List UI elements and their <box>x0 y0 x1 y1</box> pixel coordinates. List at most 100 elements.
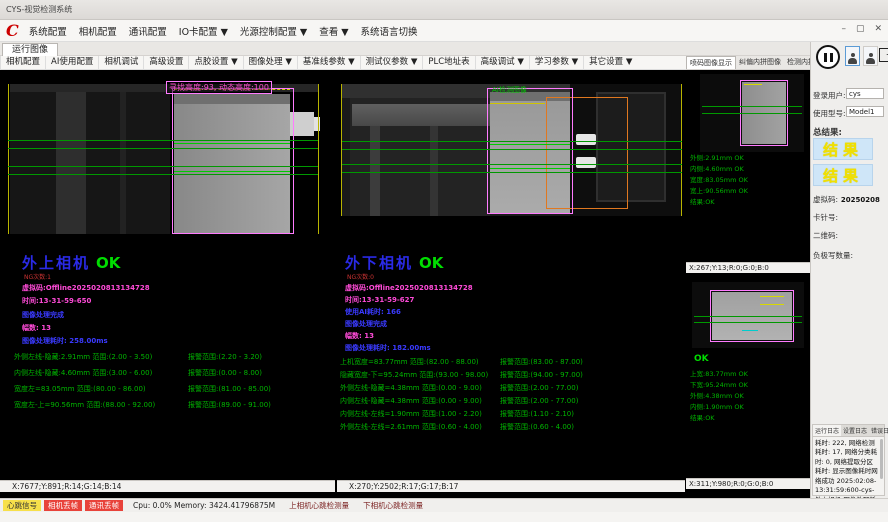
left-frame-count: 幅数: 13 <box>22 323 51 333</box>
pin-label: 卡针号: <box>813 212 838 223</box>
pause-icon-bar2 <box>830 53 833 62</box>
tool-advanced-settings[interactable]: 高级设置 <box>143 56 188 69</box>
menu-bar: C 系统配置 相机配置 通讯配置 IO卡配置 ▼ 光源控制配置 ▼ 查看 ▼ 系… <box>0 20 888 42</box>
maximize-icon[interactable]: ▢ <box>856 24 865 34</box>
logout-button[interactable] <box>879 48 888 62</box>
log-tab-error[interactable]: 错误日志 <box>869 425 888 436</box>
thumb2-cyan-mark <box>742 330 758 331</box>
app-logo-icon: C <box>6 21 19 40</box>
menu-io-config[interactable]: IO卡配置 ▼ <box>179 24 228 38</box>
result-box-2: 结果 <box>813 164 873 186</box>
model-value[interactable]: Model1 <box>846 106 884 117</box>
middle-machine-arm <box>352 104 490 126</box>
left-barcode: 虚拟码:Offline2025020813134728 <box>22 283 150 293</box>
bottom-camera-heartbeat: 下相机心跳检测量 <box>363 500 423 511</box>
thumb1-yellow-mark <box>744 84 762 85</box>
middle-measure-row-2: 隐藏宽度-下=95.24mm 范围:(93.00 - 98.00) <box>340 370 488 380</box>
logout-door-icon <box>879 48 888 62</box>
tool-glue-settings[interactable]: 点胶设置 ▼ <box>188 56 242 69</box>
tool-image-processing[interactable]: 图像处理 ▼ <box>243 56 297 69</box>
middle-alarm-row-1: 报警范围:(83.00 - 87.00) <box>500 357 583 367</box>
middle-frame-count: 幅数: 13 <box>345 331 374 341</box>
tool-camera-debug[interactable]: 相机调试 <box>98 56 143 69</box>
thumb2-log-4: 内侧:1.90mm OK <box>690 401 744 411</box>
thumb2-yellow-mark-1 <box>760 296 784 297</box>
middle-barcode: 虚拟码:Offline2025020813134728 <box>345 283 473 293</box>
virtual-code-label: 虚拟码: <box>813 195 838 204</box>
login-user-label: 登录用户: <box>813 90 846 101</box>
log-scrollbar[interactable] <box>880 439 883 479</box>
tool-plc-address[interactable]: PLC地址表 <box>422 56 474 69</box>
tab-run-image[interactable]: 运行图像 <box>2 43 58 56</box>
status-bar: 心跳信号 相机丢帧 通讯丢帧 Cpu: 0.0% Memory: 3424.41… <box>0 498 888 512</box>
middle-alarm-row-2: 报警范围:(94.00 - 97.00) <box>500 370 583 380</box>
left-yellow-guide-left <box>8 84 9 234</box>
pause-icon <box>824 53 827 62</box>
thumb1-line-2 <box>702 113 802 114</box>
left-machine-column <box>56 84 86 234</box>
middle-measure-row-1: 上机宽度=83.77mm 范围:(82.00 - 88.00) <box>340 357 479 367</box>
middle-bright-line-2 <box>490 168 570 169</box>
left-bright-line-2 <box>174 171 290 172</box>
log-tab-settings[interactable]: 设置日志 <box>841 425 869 436</box>
left-camera-image[interactable] <box>10 84 170 234</box>
pause-button[interactable] <box>816 45 840 69</box>
left-ng-count: NG次数:1 <box>24 272 51 281</box>
tool-baseline-params[interactable]: 基准线参数 ▼ <box>297 56 360 69</box>
login-user-value[interactable]: cys <box>846 88 884 99</box>
tab-code-image[interactable]: 喷码图像显示 <box>686 56 736 69</box>
tool-advanced-debug[interactable]: 高级调试 ▼ <box>475 56 529 69</box>
camera-drop-badge: 相机丢帧 <box>44 500 82 511</box>
tool-camera-config[interactable]: 相机配置 <box>0 56 45 69</box>
middle-ai-label: AI检测图像 <box>492 85 527 95</box>
app-title: CYS-视觉检测系统 <box>6 4 72 15</box>
middle-measure-row-3: 外侧左线-隐藏=4.38mm 范围:(0.00 - 9.00) <box>340 383 482 393</box>
close-icon[interactable]: ✕ <box>874 24 882 34</box>
middle-coord-bar: X:270;Y:2502;R:17;G:17;B:17 <box>337 480 685 492</box>
left-bright-line-1 <box>174 143 290 144</box>
tool-tester-params[interactable]: 测试仪参数 ▼ <box>360 56 423 69</box>
middle-alarm-row-5: 报警范围:(1.10 - 2.10) <box>500 409 574 419</box>
thumb2-log-5: 结果:OK <box>690 412 715 422</box>
middle-camera-name: 外下相机 <box>345 254 413 272</box>
left-measure-line-4 <box>8 174 318 175</box>
thumb2-line-1 <box>694 316 802 317</box>
middle-measure-line-1 <box>342 141 682 142</box>
left-measure-line-3 <box>8 166 318 167</box>
middle-yellow-guide-left <box>341 84 342 216</box>
minimize-icon[interactable]: – <box>841 24 846 34</box>
user-icon-2 <box>866 53 875 65</box>
log-tab-run[interactable]: 运行日志 <box>813 425 841 436</box>
left-alarm-row-1: 报警范围:(2.20 - 3.20) <box>188 352 262 362</box>
left-height-overlay: 寻找高度:93, 动态高度:100 <box>166 81 272 94</box>
middle-alarm-row-4: 报警范围:(2.00 - 77.00) <box>500 396 578 406</box>
thumb2-log-2: 下宽:95.24mm OK <box>690 379 748 389</box>
middle-yellow-guide-right <box>681 84 682 216</box>
left-result-ok: OK <box>96 254 120 272</box>
tool-other-settings[interactable]: 其它设置 ▼ <box>583 56 637 69</box>
left-process-time: 图像处理耗时: 258.00ms <box>22 336 108 346</box>
middle-measure-row-6: 外侧左线-左线=2.61mm 范围:(0.60 - 4.00) <box>340 422 482 432</box>
menu-system-config[interactable]: 系统配置 <box>29 24 67 38</box>
middle-yellow-mark <box>490 103 545 104</box>
title-bar: CYS-视觉检测系统 <box>0 0 888 20</box>
menu-comm-config[interactable]: 通讯配置 <box>129 24 167 38</box>
log-tab-row: 运行日志 设置日志 错误日志 <box>813 425 884 437</box>
image-tab-row: 运行图像 <box>0 42 810 56</box>
tool-ai-config[interactable]: AI使用配置 <box>45 56 98 69</box>
cpu-memory-status: Cpu: 0.0% Memory: 3424.41796875M <box>133 501 275 510</box>
menu-light-config[interactable]: 光源控制配置 ▼ <box>240 24 307 38</box>
result-box-1: 结果 <box>813 138 873 160</box>
thumb2-status: OK <box>694 354 709 364</box>
model-label: 使用型号: <box>813 108 846 119</box>
tab-align-stitch[interactable]: 纠偏内拼图像 <box>736 56 784 69</box>
switch-user-button[interactable] <box>863 46 878 66</box>
left-measure-row-3: 宽度左=83.05mm 范围:(80.00 - 86.00) <box>14 384 146 394</box>
menu-language-switch[interactable]: 系统语言切换 <box>361 24 418 38</box>
login-user-button[interactable] <box>845 46 860 66</box>
middle-measure-row-5: 内侧左线-左线=1.90mm 范围:(1.00 - 2.20) <box>340 409 482 419</box>
menu-view[interactable]: 查看 ▼ <box>319 24 348 38</box>
tool-learn-params[interactable]: 学习参数 ▼ <box>529 56 583 69</box>
middle-bright-line-1 <box>490 144 570 145</box>
menu-camera-config[interactable]: 相机配置 <box>79 24 117 38</box>
